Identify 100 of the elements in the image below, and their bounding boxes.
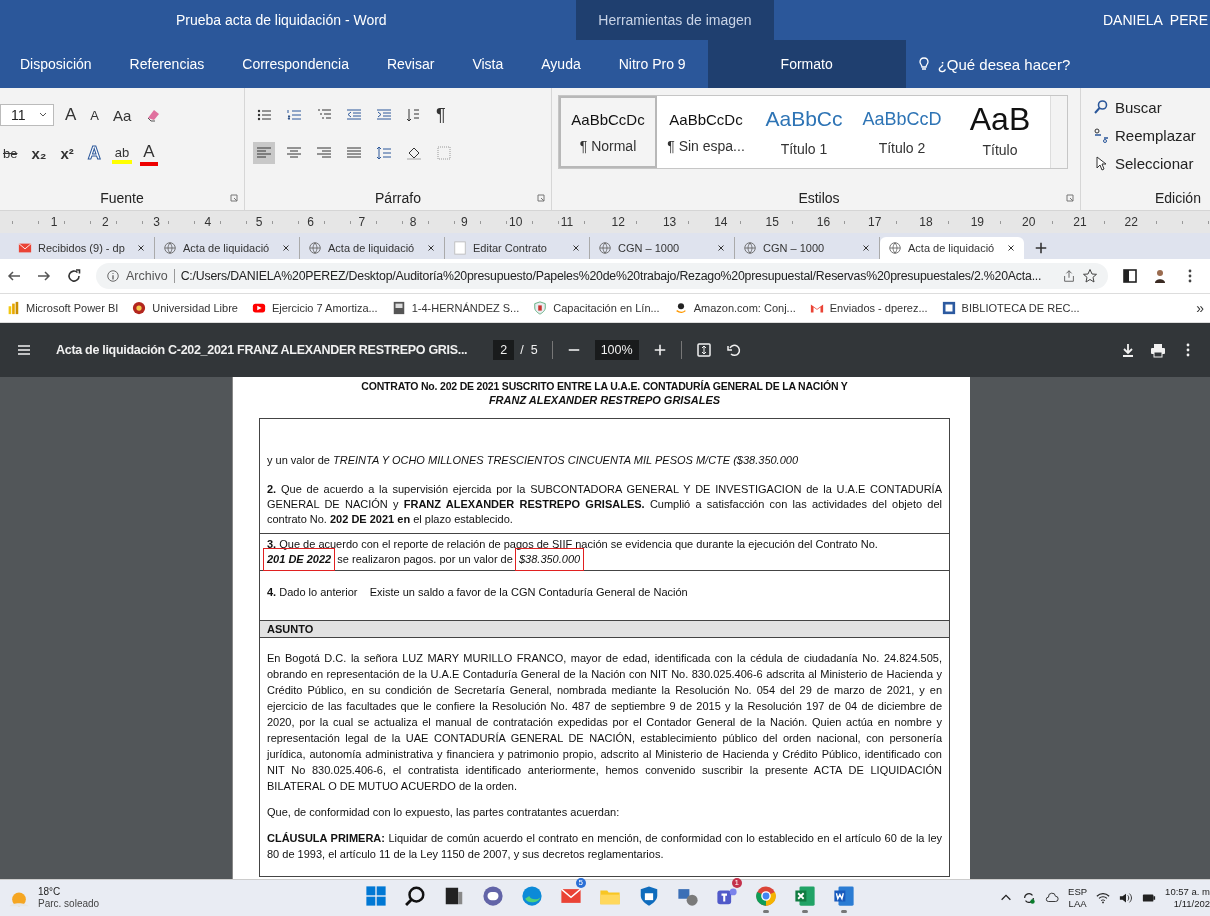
font-button[interactable]: ab [111, 142, 133, 164]
dialog-launcher-icon[interactable] [537, 194, 545, 202]
document-icon[interactable] [391, 301, 406, 315]
ribbon-tab[interactable]: Revisar [386, 40, 435, 88]
group-label: Estilos [798, 190, 840, 206]
bookmark[interactable]: Microsoft Power BI [26, 302, 119, 314]
close-icon[interactable] [281, 243, 291, 253]
close-icon[interactable] [426, 243, 436, 253]
chart-icon[interactable] [6, 301, 20, 315]
font-button[interactable]: x₂ [28, 142, 50, 164]
task-view-icon[interactable] [443, 885, 465, 907]
bookmark[interactable]: Ejercicio 7 Amortiza... [271, 302, 378, 314]
search-icon[interactable] [404, 885, 426, 907]
tell-me-search[interactable]: ¿Qué desea hacer? [915, 40, 1071, 88]
bookmark[interactable]: Universidad Libre [152, 302, 238, 314]
bookmark[interactable]: Enviados - dperez... [829, 302, 928, 314]
close-icon[interactable] [716, 243, 726, 253]
chat-icon[interactable] [482, 885, 504, 907]
close-icon[interactable] [136, 243, 146, 253]
star-icon[interactable] [1082, 268, 1098, 284]
browser-icon[interactable] [755, 885, 777, 907]
browser-tab[interactable]: Recibidos (9) - dp [10, 237, 155, 259]
style-item[interactable]: AaB Título [951, 96, 1049, 168]
teams-icon[interactable] [716, 885, 738, 907]
zoom-in-icon[interactable] [652, 343, 667, 357]
volume-icon[interactable] [1119, 891, 1134, 905]
info-icon[interactable] [106, 269, 120, 283]
rotate-icon[interactable] [725, 342, 742, 358]
document-heading: CONTRATO No. 202 DE 2021 SUSCRITO ENTRE LA U.A.E. CONTADURÍA GENERAL DE LA NACIÓN Y [360, 380, 849, 392]
share-icon[interactable] [1062, 269, 1076, 283]
download-icon[interactable] [1120, 342, 1136, 358]
ribbon-tab[interactable]: Correspondencia [242, 40, 349, 88]
ribbon-tab[interactable]: Nitro Pro 9 [618, 40, 686, 88]
browser-icon[interactable] [521, 885, 543, 907]
font-button[interactable]: A [62, 103, 80, 127]
shield-icon[interactable] [533, 301, 548, 315]
ribbon-tab[interactable]: Disposición [20, 40, 92, 88]
editing-button[interactable]: Buscar [1115, 96, 1162, 118]
reload-icon[interactable] [66, 268, 82, 284]
fit-page-icon[interactable] [695, 342, 712, 358]
menu-icon[interactable] [16, 342, 32, 358]
zoom-field[interactable]: 100% [594, 340, 639, 360]
body-paragraph: Que, de conformidad con lo expuesto, las partes contratantes acuerdan: [267, 805, 621, 820]
bookmark[interactable]: Amazon.com: Conj... [693, 302, 796, 314]
style-item[interactable]: AaBbCc Título 1 [755, 96, 853, 168]
clock-date: 1/11/202 [1173, 898, 1210, 910]
new-tab-icon[interactable] [1034, 241, 1048, 255]
browser-tab[interactable]: Acta de liquidació [300, 237, 445, 259]
bookmark[interactable]: BIBLIOTECA DE REC... [961, 302, 1080, 314]
editing-button[interactable]: Seleccionar [1115, 152, 1194, 174]
font-button[interactable]: A [140, 140, 158, 166]
cloud-icon[interactable] [1045, 891, 1060, 905]
dialog-launcher-icon[interactable] [230, 194, 238, 202]
dialog-launcher-icon[interactable] [1066, 194, 1074, 202]
more-bookmarks-button[interactable]: » [1196, 300, 1204, 316]
clause-text: 2. Que de acuerdo a la supervisión ejercida por la SUBCONTADORA GENERAL Y DE INVESTIGACION de la U.A.E CONTADURÍA GENERAL DE NACIÓN y FRANZ ALEXANDER RESTREPO GRISALES. Cumplió a satisfacción con las actividades del objeto del contrato No. 202 DE 2021 en el plazo establecido. [267, 482, 942, 527]
shield-icon[interactable] [638, 885, 660, 907]
font-button[interactable]: be [0, 143, 21, 163]
spreadsheet-icon[interactable] [794, 885, 816, 907]
browser-tab[interactable]: Acta de liquidació [880, 237, 1024, 259]
bookmark[interactable]: Capacitación en Lín... [553, 302, 660, 314]
style-item[interactable]: AaBbCcDc ¶ Normal [559, 96, 657, 168]
font-button[interactable]: A [87, 105, 102, 125]
windows-logo-icon[interactable] [365, 885, 387, 907]
ribbon-tab[interactable]: Ayuda [541, 40, 581, 88]
show-formatting-button[interactable]: ¶ [433, 102, 449, 128]
cursor-icon[interactable] [1093, 155, 1109, 171]
scheme-label: Archivo [126, 269, 168, 283]
document-icon[interactable] [833, 885, 855, 907]
browser-tab[interactable]: CGN – 1000 [590, 237, 735, 259]
bookmark[interactable]: 1-4-HERNÁNDEZ S... [411, 302, 520, 314]
notification-badge: 1 [731, 878, 742, 888]
search-icon[interactable] [1093, 99, 1109, 115]
style-item[interactable]: AaBbCcDc ¶ Sin espa... [657, 96, 755, 168]
font-size-dropdown[interactable]: 11 [0, 104, 54, 126]
print-icon[interactable] [1150, 342, 1166, 358]
style-item[interactable]: AaBbCcD Título 2 [853, 96, 951, 168]
url-text[interactable]: C:/Users/DANIELA%20PEREZ/Desktop/Auditoría%20presupuesto/Papeles%20de%20trabajo/Rezago%20presupuestal/Reservas%20presupuestales/2.%20Acta... [180, 269, 1042, 283]
side-panel-icon[interactable] [1122, 268, 1138, 284]
font-button[interactable]: x² [57, 142, 77, 164]
video-icon[interactable] [251, 301, 266, 315]
gallery-scrollbar[interactable] [1050, 96, 1067, 168]
ribbon-tab[interactable]: Vista [472, 40, 504, 88]
replace-icon[interactable] [1093, 127, 1109, 143]
close-icon[interactable] [861, 243, 871, 253]
library-icon[interactable] [941, 301, 956, 315]
university-icon[interactable] [132, 301, 147, 315]
close-icon[interactable] [571, 243, 581, 253]
close-icon[interactable] [1006, 243, 1016, 253]
user-name[interactable]: DANIELA PERE [1102, 0, 1210, 40]
editing-button[interactable]: Reemplazar [1115, 124, 1196, 146]
page-number-field[interactable]: 2 [493, 340, 515, 360]
profile-icon[interactable] [1152, 268, 1168, 284]
font-button[interactable]: Aa [110, 104, 135, 126]
ribbon-tab[interactable]: Referencias [129, 40, 205, 88]
wifi-icon[interactable] [1096, 891, 1111, 905]
browser-tab[interactable]: Acta de liquidació [155, 237, 300, 259]
sync-icon[interactable] [1022, 891, 1037, 905]
window-title: Prueba acta de liquidación - Word [175, 11, 388, 30]
browser-tab[interactable]: Editar Contrato [445, 237, 590, 259]
